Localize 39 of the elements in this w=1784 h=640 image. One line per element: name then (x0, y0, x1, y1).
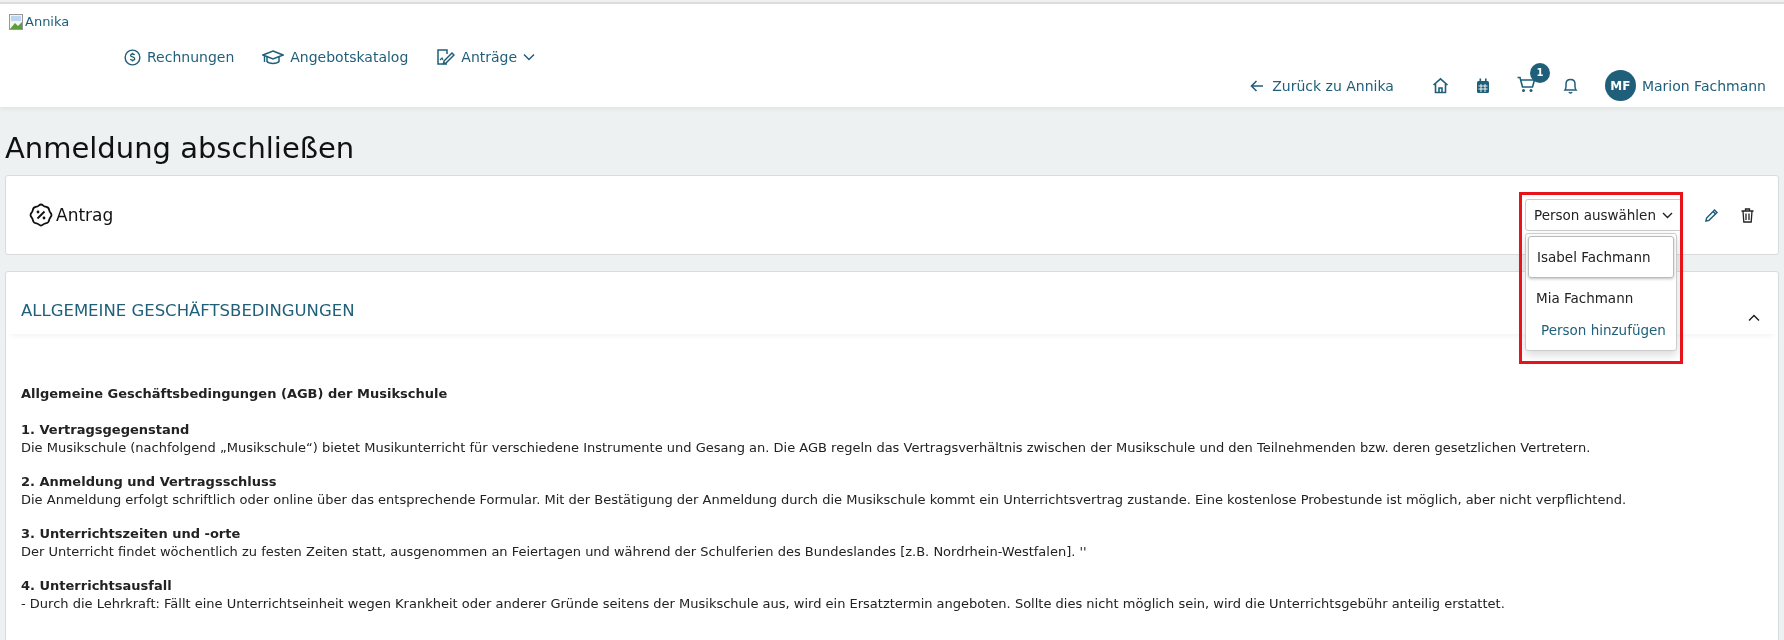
user-menu[interactable]: MF Marion Fachmann (1604, 70, 1766, 101)
section-heading: 2. Anmeldung und Vertragsschluss (21, 473, 278, 490)
chevron-icon[interactable] (1748, 314, 1760, 322)
card-title: Antrag (56, 205, 114, 225)
section-heading: 4. Unterrichtsausfall (21, 577, 173, 594)
nav-link[interactable]: Angebotskatalog (262, 48, 409, 66)
paragraph: Die Musikschule (nachfolgend „Musikschule“) bietet Musikunterricht für verschiedene Instrumente und Gesang an. Die AGB regeln das Vertragsverhältnis zwischen der Musikschule und den Teilnehmenden bzw. deren gesetzlichen Vertretern. (21, 439, 1592, 457)
dropdown-option[interactable]: Mia Fachmann (1528, 278, 1674, 318)
chevron-down-icon (1662, 211, 1673, 219)
graduation-cap-icon (262, 48, 285, 66)
paragraph: Der Unterricht findet wöchentlich zu festen Zeiten statt, ausgenommen an Feiertagen und während der Schulferien des Bundeslandes [z.B. Nordrhein-Westfalen]. '' (21, 543, 1088, 561)
section-heading: 1. Vertragsgegenstand (21, 421, 191, 438)
calendar-icon[interactable] (1475, 77, 1490, 94)
person-select[interactable]: Person auswählen (1525, 199, 1682, 231)
nav-link[interactable]: Anträge (436, 48, 536, 66)
cart-icon[interactable] (1516, 75, 1536, 93)
percent-badge-icon (29, 203, 53, 227)
terms-heading: Allgemeine Geschäftsbedingungen (AGB) der Musikschule (21, 386, 449, 401)
user-avatar: MF (1604, 70, 1636, 101)
back-link[interactable]: Zurück zu Annika (1250, 77, 1394, 94)
pencil-icon[interactable] (1704, 207, 1719, 223)
broken-logo-image[interactable]: Annika (9, 14, 70, 30)
bell-icon[interactable] (1562, 77, 1578, 94)
cart-count-badge: 1 (1529, 62, 1550, 83)
paragraph: - Durch die Lehrkraft: Fällt eine Unterrichtseinheit wegen Krankheit oder anderer Gründe seitens der Musikschule aus, wird ein Ersatztermin angeboten. Sollte dies nicht möglich sein, wird die Unterrichtsgebühr anteilig erstattet. (21, 595, 1506, 613)
add-person-link[interactable]: Person hinzufügen (1528, 318, 1674, 346)
page-title: Anmeldung abschließen (5, 131, 356, 165)
paragraph: Die Anmeldung erfolgt schriftlich oder online über das entsprechende Formular. Mit der Bestätigung der Anmeldung durch die Musikschule kommt ein Unterrichtsvertrag zustande. Eine kostenlose Probestunde ist möglich, aber nicht verpflichtend. (21, 491, 1627, 509)
section-heading: 3. Unterrichtszeiten und -orte (21, 525, 242, 542)
section-title: ALLGEMEINE GESCHÄFTSBEDINGUNGEN (21, 300, 355, 320)
user-name: Marion Fachmann (1641, 77, 1766, 94)
nav-link[interactable]: Rechnungen (124, 48, 235, 66)
trash-icon[interactable] (1741, 207, 1754, 223)
home-icon[interactable] (1431, 77, 1449, 94)
dropdown-option[interactable]: Isabel Fachmann (1528, 236, 1674, 278)
chevron-down-icon (523, 53, 536, 61)
dollar-icon (124, 48, 141, 66)
document-pen-icon (436, 48, 456, 66)
arrow-left-icon (1250, 79, 1265, 92)
